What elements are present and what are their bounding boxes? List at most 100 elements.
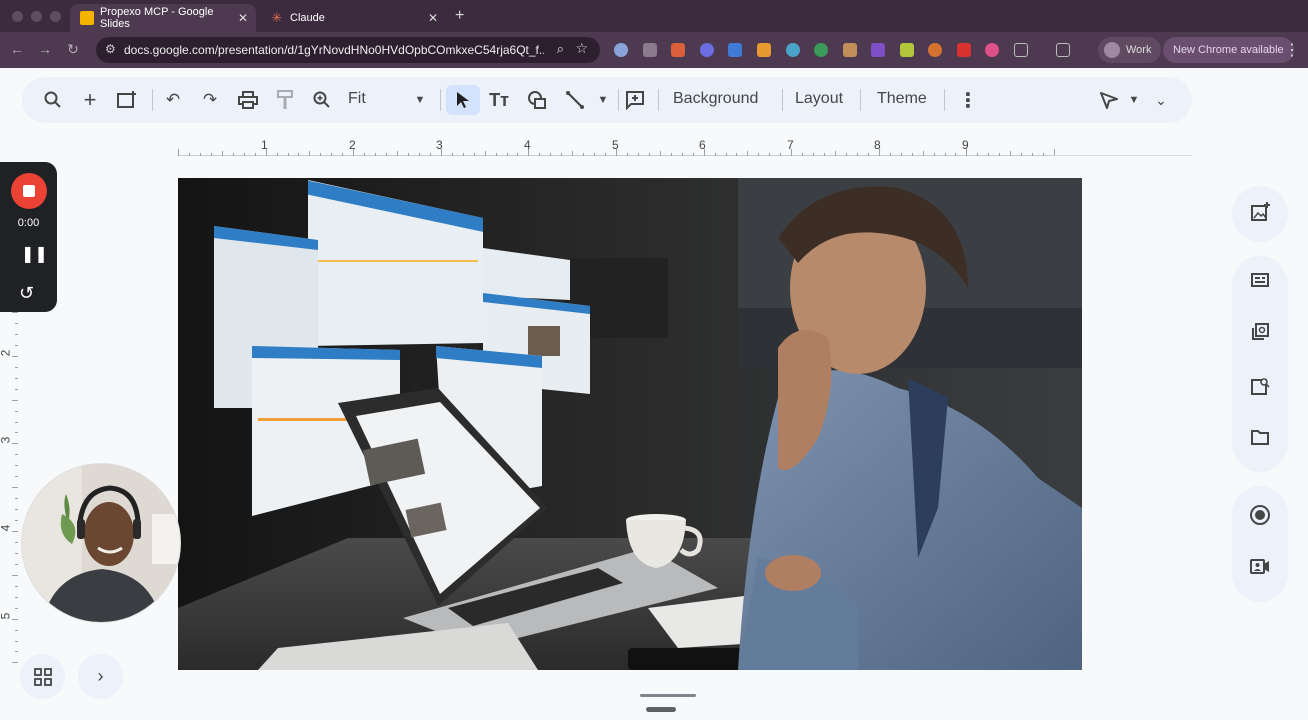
browser-menu-icon[interactable]: ⋮: [1284, 40, 1300, 60]
restart-icon[interactable]: ↺: [19, 283, 34, 304]
ruler-tick: [15, 476, 18, 478]
folder-icon[interactable]: [1248, 428, 1272, 452]
zoom-icon[interactable]: [307, 85, 337, 115]
ruler-tick: [769, 153, 771, 156]
extension-10-icon[interactable]: [871, 43, 885, 57]
update-label: New Chrome available: [1173, 44, 1284, 56]
ruler-tick: [670, 153, 672, 156]
tab-claude[interactable]: ✳ Claude ✕: [260, 4, 446, 32]
image-search-icon[interactable]: [1248, 376, 1272, 400]
close-icon[interactable]: ✕: [238, 11, 248, 25]
close-icon[interactable]: ✕: [428, 11, 438, 25]
window-minimize-dot[interactable]: [31, 11, 42, 22]
record-icon[interactable]: [1248, 504, 1272, 528]
more-options-icon[interactable]: ⋮: [953, 85, 983, 115]
grid-icon: [33, 667, 52, 686]
shape-icon[interactable]: [522, 85, 552, 115]
chevron-down-icon[interactable]: ▼: [1119, 85, 1149, 115]
ruler-tick: [736, 153, 738, 156]
stop-recording-button[interactable]: [11, 173, 47, 209]
extension-12-icon[interactable]: [928, 43, 942, 57]
window-zoom-dot[interactable]: [50, 11, 61, 22]
profile-chip[interactable]: Work: [1098, 37, 1162, 63]
extension-11-icon[interactable]: [900, 43, 914, 57]
paint-format-icon[interactable]: [270, 85, 300, 115]
background-button[interactable]: Background: [673, 90, 758, 108]
extension-9-icon[interactable]: [843, 43, 857, 57]
select-cursor-icon[interactable]: [446, 85, 480, 115]
add-image-icon[interactable]: [1248, 202, 1272, 226]
chevron-down-icon[interactable]: ▼: [405, 85, 435, 115]
extension-6-icon[interactable]: [757, 43, 771, 57]
ruler-tick: [594, 153, 596, 156]
window-close-dot[interactable]: [12, 11, 23, 22]
ruler-tick: [484, 151, 486, 156]
ruler-tick: [12, 443, 18, 445]
extension-4-icon[interactable]: [700, 43, 714, 57]
bookmark-star-icon[interactable]: ☆: [575, 40, 588, 57]
side-panel-group-2: [1232, 256, 1288, 472]
slide-photo: [178, 178, 1082, 670]
ruler-tick: [1032, 153, 1034, 156]
slides-library-icon[interactable]: [1248, 322, 1272, 346]
print-icon[interactable]: [233, 85, 263, 115]
chevron-right-icon: ›: [97, 666, 104, 686]
extension-3-icon[interactable]: [671, 43, 685, 57]
ruler-tick: [12, 312, 18, 313]
pause-icon[interactable]: ❚❚: [21, 244, 48, 264]
expand-filmstrip-button[interactable]: ›: [78, 654, 123, 699]
zoom-select[interactable]: Fit: [348, 90, 366, 108]
redo-icon[interactable]: ↷: [195, 85, 225, 115]
reload-icon[interactable]: ↻: [64, 41, 82, 58]
drag-handle[interactable]: [646, 707, 676, 712]
new-slide-layout-icon[interactable]: [112, 85, 142, 115]
extension-8-icon[interactable]: [814, 43, 828, 57]
ruler-tick: [506, 153, 508, 156]
ruler-tick: [15, 509, 18, 511]
ruler-tick: [309, 151, 311, 156]
new-slide-icon[interactable]: +: [75, 85, 105, 115]
extension-14-icon[interactable]: [985, 43, 999, 57]
ruler-tick: [287, 153, 289, 156]
ruler-tick: [999, 153, 1001, 156]
ruler-tick: [747, 151, 749, 156]
extension-2-icon[interactable]: [643, 43, 657, 57]
reading-list-icon[interactable]: [1056, 43, 1070, 57]
chevron-down-icon[interactable]: ▼: [588, 85, 618, 115]
collapse-menus-icon[interactable]: ⌄: [1146, 85, 1176, 115]
url-text: docs.google.com/presentation/d/1gYrNovdH…: [124, 43, 544, 57]
tab-google-slides[interactable]: Propexo MCP - Google Slides ✕: [70, 4, 256, 32]
ruler-tick: [856, 153, 858, 156]
ruler-tick: [714, 153, 716, 156]
address-bar[interactable]: ⚙ docs.google.com/presentation/d/1gYrNov…: [96, 37, 600, 63]
ruler-extension: [1054, 155, 1192, 156]
ruler-tick: [232, 153, 234, 156]
webcam-bubble[interactable]: [21, 463, 181, 623]
line-icon[interactable]: [560, 85, 590, 115]
forward-icon[interactable]: →: [36, 41, 54, 57]
video-camera-icon[interactable]: [1248, 556, 1272, 580]
zoom-icon[interactable]: ⌕: [557, 41, 564, 57]
extensions-puzzle-icon[interactable]: [1014, 43, 1028, 57]
search-menus-icon[interactable]: [38, 85, 68, 115]
back-icon[interactable]: ←: [8, 41, 26, 57]
extension-5-icon[interactable]: [728, 43, 742, 57]
speaker-notes-handle[interactable]: [640, 694, 696, 697]
ruler-tick: [15, 596, 18, 598]
text-box-icon[interactable]: Tт: [484, 85, 514, 115]
ruler-tick: [988, 153, 990, 156]
ruler-tick: [725, 153, 727, 156]
add-comment-icon[interactable]: [620, 85, 650, 115]
extension-13-icon[interactable]: [957, 43, 971, 57]
undo-icon[interactable]: ↶: [158, 85, 188, 115]
layout-button[interactable]: Layout: [795, 90, 843, 108]
new-tab-icon[interactable]: +: [455, 7, 464, 25]
grid-view-button[interactable]: [20, 654, 65, 699]
extension-1-icon[interactable]: [614, 43, 628, 57]
layout-panel-icon[interactable]: [1248, 270, 1272, 294]
extension-7-icon[interactable]: [786, 43, 800, 57]
chrome-update-chip[interactable]: New Chrome available: [1163, 37, 1294, 63]
site-settings-icon[interactable]: ⚙: [105, 42, 116, 56]
theme-button[interactable]: Theme: [877, 90, 927, 108]
slide-canvas[interactable]: [178, 178, 1082, 670]
